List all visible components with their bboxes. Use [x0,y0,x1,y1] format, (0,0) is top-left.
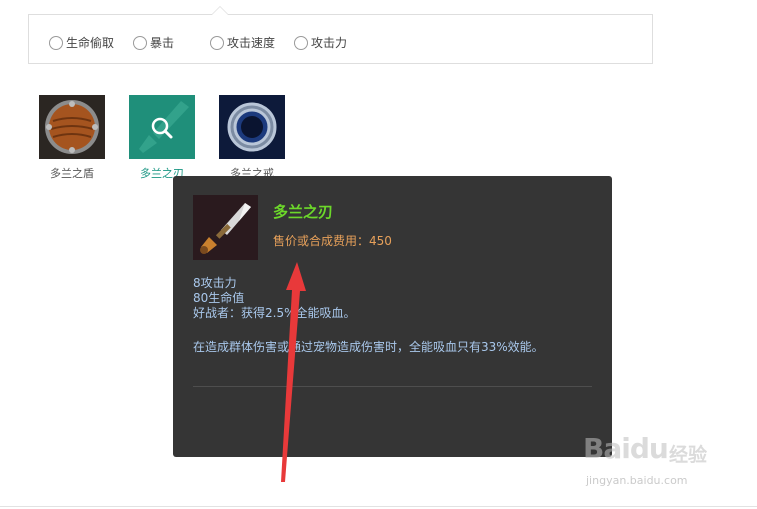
watermark-cn: 经验 [669,444,708,466]
filter-crit-radio[interactable]: 暴击 [133,34,174,51]
filter-lifesteal-radio[interactable]: 生命偷取 [49,34,114,51]
stat-line: 8攻击力 [193,276,237,290]
filter-attack-speed-radio[interactable]: 攻击速度 [210,34,275,51]
tooltip-price: 售价或合成费用：450 [273,234,392,248]
dagger-icon [193,195,258,260]
filter-panel: 生命偷取 暴击 攻击速度 攻击力 [28,6,653,64]
radio-circle-icon [294,35,308,50]
item-dorans-ring[interactable]: 多兰之戒 [219,95,285,181]
filter-attack-damage-radio[interactable]: 攻击力 [294,34,347,51]
ring-icon [219,95,285,159]
tooltip-stats: 8攻击力 80生命值 好战者：获得2.5%全能吸血。 [193,276,593,321]
tooltip-passive: 在造成群体伤害或通过宠物造成伤害时，全能吸血只有33%效能。 [193,340,544,354]
watermark-logo: Baidu [583,432,669,465]
radio-circle-icon [49,35,63,50]
search-icon [129,95,195,159]
radio-circle-icon [133,35,147,50]
filter-label: 攻击力 [311,36,348,50]
filter-label: 攻击速度 [227,36,276,50]
watermark-url: jingyan.baidu.com [586,474,688,487]
item-tooltip: 多兰之刃 售价或合成费用：450 8攻击力 80生命值 好战者：获得2.5%全能… [173,176,612,457]
shield-icon [39,95,105,159]
bottom-divider [0,506,757,507]
stat-line: 好战者：获得2.5%全能吸血。 [193,306,356,320]
item-dorans-blade[interactable]: 多兰之刃 [129,95,195,181]
item-name: 多兰之盾 [50,167,94,180]
stat-line: 80生命值 [193,291,245,305]
tooltip-divider [193,386,592,387]
tooltip-title: 多兰之刃 [273,203,334,221]
baidu-watermark: Baidu 经验 jingyan.baidu.com [583,428,723,494]
filter-label: 生命偷取 [66,36,115,50]
filter-label: 暴击 [150,36,175,50]
radio-circle-icon [210,35,224,50]
filter-panel-notch-fill [212,7,228,15]
item-dorans-shield[interactable]: 多兰之盾 [39,95,105,181]
